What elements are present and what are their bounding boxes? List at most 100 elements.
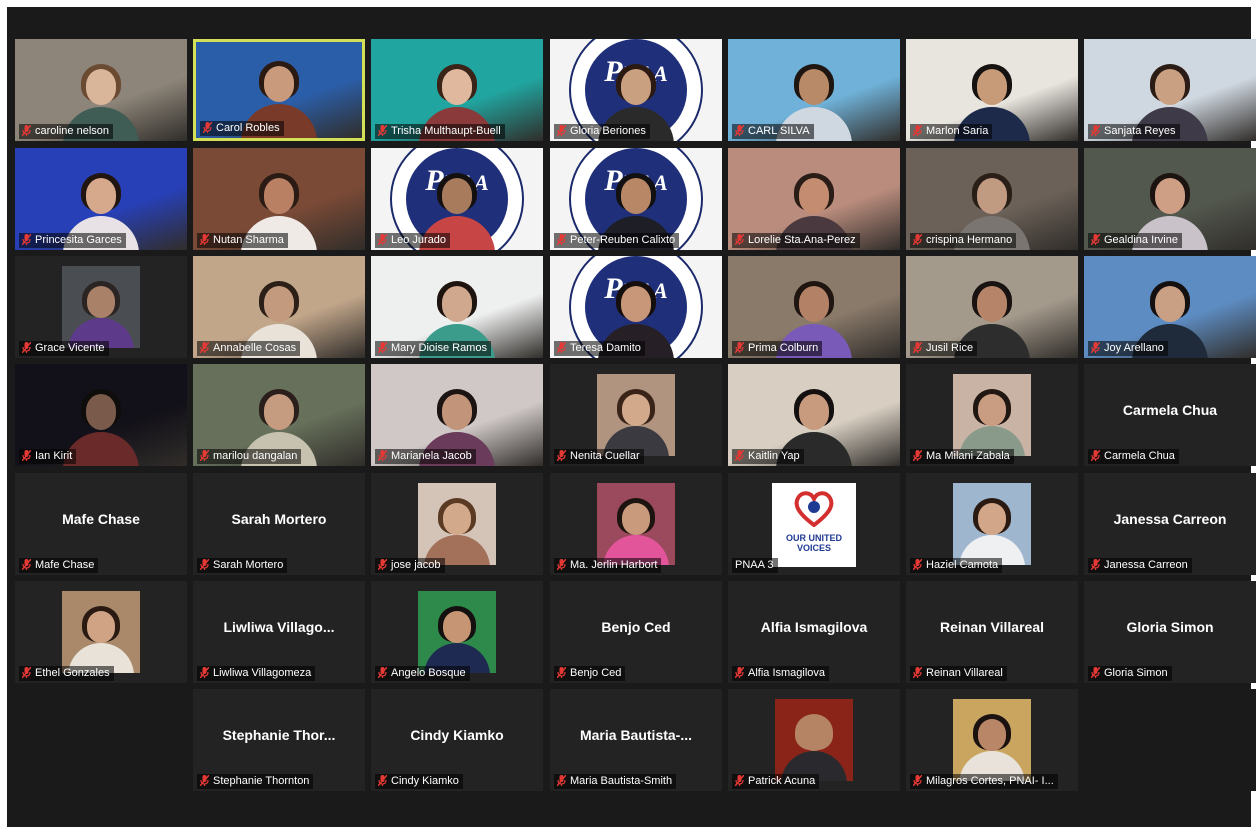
participant-name: Kaitlin Yap: [748, 450, 800, 462]
participant-tile[interactable]: Haziel Camota: [906, 473, 1078, 575]
participant-tile[interactable]: Princesita Garces: [15, 148, 187, 250]
muted-mic-icon: [378, 125, 387, 136]
participant-tile[interactable]: Sarah Mortero Sarah Mortero: [193, 473, 365, 575]
participant-tile[interactable]: Nutan Sharma: [193, 148, 365, 250]
participant-name: Milagros Cortes, PNAI- I...: [926, 775, 1054, 787]
participant-name: PNAA 3: [735, 559, 774, 571]
participant-tile[interactable]: PNAAGloria Beriones: [550, 39, 722, 141]
participant-tile[interactable]: marilou dangalan: [193, 364, 365, 466]
profile-photo: [775, 699, 853, 781]
participant-name: Gloria Beriones: [570, 125, 646, 137]
muted-mic-icon: [913, 125, 922, 136]
muted-mic-icon: [378, 450, 387, 461]
participant-tile[interactable]: PNAATeresa Damito: [550, 256, 722, 358]
participant-name-label: Annabelle Cosas: [197, 341, 301, 356]
participant-name: Lorelie Sta.Ana-Perez: [748, 234, 856, 246]
participant-name-label: Milagros Cortes, PNAI- I...: [910, 774, 1058, 789]
participant-tile[interactable]: Liwliwa Villago... Liwliwa Villagomeza: [193, 581, 365, 683]
participant-tile[interactable]: Ethel Gonzales: [15, 581, 187, 683]
participant-tile[interactable]: Joy Arellano: [1084, 256, 1256, 358]
participant-tile[interactable]: Milagros Cortes, PNAI- I...: [906, 689, 1078, 791]
participant-tile[interactable]: Marianela Jacob: [371, 364, 543, 466]
participant-name: Angelo Bosque: [391, 667, 466, 679]
participant-name: Stephanie Thornton: [213, 775, 310, 787]
participant-display-name: Benjo Ced: [601, 619, 671, 635]
participant-name-label: Peter-Reuben Calixto: [554, 233, 680, 248]
participant-tile[interactable]: Prima Colburn: [728, 256, 900, 358]
participant-name: CARL SILVA: [748, 125, 810, 137]
participant-name: caroline nelson: [35, 125, 109, 137]
participant-tile[interactable]: Mary Dioise Ramos: [371, 256, 543, 358]
participant-tile[interactable]: Mafe Chase Mafe Chase: [15, 473, 187, 575]
participant-tile[interactable]: Alfia Ismagilova Alfia Ismagilova: [728, 581, 900, 683]
participant-name-label: Marlon Saria: [910, 124, 993, 139]
participant-display-name: Maria Bautista-...: [579, 727, 693, 743]
logo-text: OUR UNITED VOICES: [786, 533, 842, 553]
muted-mic-icon: [22, 450, 31, 461]
participant-tile[interactable]: Ian Kirit: [15, 364, 187, 466]
muted-mic-icon: [735, 667, 744, 678]
participant-name-label: Sarah Mortero: [197, 558, 288, 573]
participant-tile[interactable]: Gloria Simon Gloria Simon: [1084, 581, 1256, 683]
participant-tile[interactable]: crispina Hermano: [906, 148, 1078, 250]
participant-tile[interactable]: Stephanie Thor... Stephanie Thornton: [193, 689, 365, 791]
participant-name: Nenita Cuellar: [570, 450, 640, 462]
participant-name: Leo Jurado: [391, 234, 447, 246]
participant-name: Marianela Jacob: [391, 450, 472, 462]
muted-mic-icon: [735, 775, 744, 786]
muted-mic-icon: [1091, 559, 1100, 570]
muted-mic-icon: [200, 234, 209, 245]
participant-tile[interactable]: PNAALeo Jurado: [371, 148, 543, 250]
participant-name-label: caroline nelson: [19, 124, 113, 139]
participant-name: Sanjata Reyes: [1104, 125, 1176, 137]
participant-tile[interactable]: caroline nelson: [15, 39, 187, 141]
participant-tile[interactable]: Reinan Villareal Reinan Villareal: [906, 581, 1078, 683]
participant-tile[interactable]: Marlon Saria: [906, 39, 1078, 141]
participant-name-label: Joy Arellano: [1088, 341, 1168, 356]
participant-figure: [422, 605, 492, 673]
participant-name: Marlon Saria: [926, 125, 989, 137]
participant-tile[interactable]: Cindy Kiamko Cindy Kiamko: [371, 689, 543, 791]
participant-figure: [601, 388, 671, 456]
participant-tile[interactable]: Janessa Carreon Janessa Carreon: [1084, 473, 1256, 575]
participant-name-label: Liwliwa Villagomeza: [197, 666, 316, 681]
empty-tile: [15, 689, 187, 791]
participant-tile[interactable]: Benjo Ced Benjo Ced: [550, 581, 722, 683]
participant-tile[interactable]: jose jacob: [371, 473, 543, 575]
muted-mic-icon: [913, 342, 922, 353]
muted-mic-icon: [378, 342, 387, 353]
participant-name-label: Maria Bautista-Smith: [554, 774, 677, 789]
participant-tile[interactable]: CARL SILVA: [728, 39, 900, 141]
participant-tile[interactable]: Annabelle Cosas: [193, 256, 365, 358]
participant-tile[interactable]: Sanjata Reyes: [1084, 39, 1256, 141]
participant-name: Joy Arellano: [1104, 342, 1164, 354]
profile-photo: [597, 483, 675, 565]
participant-tile[interactable]: Nenita Cuellar: [550, 364, 722, 466]
participant-name-label: Haziel Camota: [910, 558, 1003, 573]
participant-tile[interactable]: Angelo Bosque: [371, 581, 543, 683]
participant-tile[interactable]: Trisha Multhaupt-Buell: [371, 39, 543, 141]
participant-tile[interactable]: Gealdina Irvine: [1084, 148, 1256, 250]
participant-tile[interactable]: Kaitlin Yap: [728, 364, 900, 466]
participant-tile[interactable]: Carol Robles: [193, 39, 365, 141]
participant-tile[interactable]: Ma Milani Zabala: [906, 364, 1078, 466]
participant-tile[interactable]: Patrick Acuna: [728, 689, 900, 791]
participant-figure: [957, 497, 1027, 565]
participant-tile[interactable]: OUR UNITED VOICES PNAA 3: [728, 473, 900, 575]
muted-mic-icon: [557, 342, 566, 353]
muted-mic-icon: [735, 125, 744, 136]
participant-tile[interactable]: Carmela Chua Carmela Chua: [1084, 364, 1256, 466]
participant-tile[interactable]: Ma. Jerlin Harbort: [550, 473, 722, 575]
participant-tile[interactable]: Jusil Rice: [906, 256, 1078, 358]
participant-name-label: Jusil Rice: [910, 341, 978, 356]
participant-tile[interactable]: PNAAPeter-Reuben Calixto: [550, 148, 722, 250]
participant-tile[interactable]: Grace Vicente: [15, 256, 187, 358]
participant-display-name: Janessa Carreon: [1113, 511, 1227, 527]
participant-name: Prima Colburn: [748, 342, 819, 354]
muted-mic-icon: [22, 559, 31, 570]
muted-mic-icon: [200, 667, 209, 678]
participant-tile[interactable]: Lorelie Sta.Ana-Perez: [728, 148, 900, 250]
muted-mic-icon: [200, 342, 209, 353]
participant-name-label: Stephanie Thornton: [197, 774, 314, 789]
participant-tile[interactable]: Maria Bautista-... Maria Bautista-Smith: [550, 689, 722, 791]
